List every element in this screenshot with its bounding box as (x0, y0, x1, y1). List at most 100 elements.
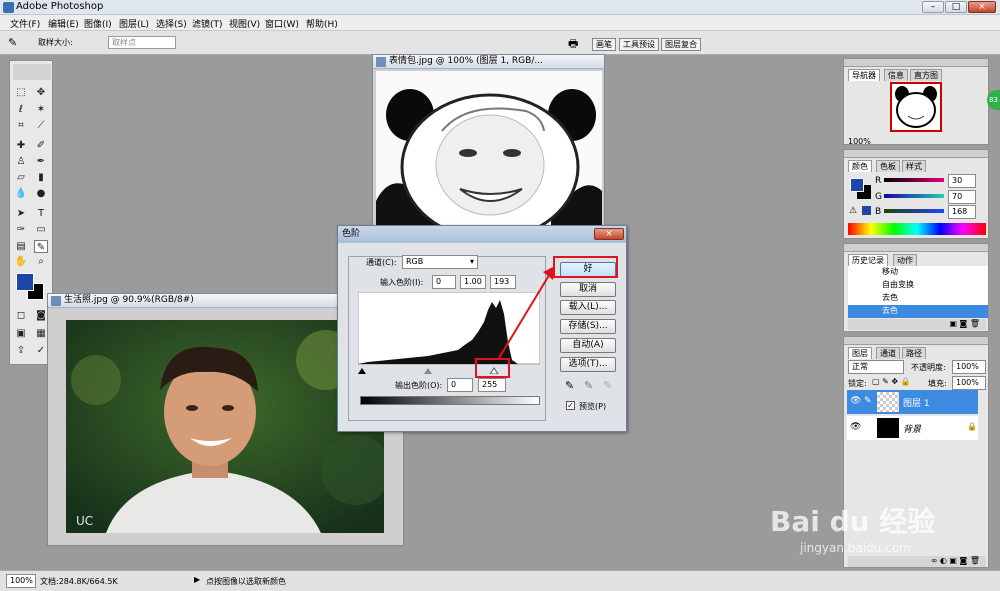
gamut-warning-icon[interactable]: ⚠ (849, 206, 857, 216)
history-brush-icon[interactable]: ✒ (34, 155, 48, 168)
move-tool-icon[interactable]: ✥ (34, 86, 48, 99)
navigator-preview[interactable] (890, 82, 942, 132)
b-slider[interactable] (884, 209, 944, 213)
blur-tool-icon[interactable]: 💧 (14, 187, 28, 200)
gradient-tool-icon[interactable]: ▮ (34, 171, 48, 184)
levels-load-button[interactable]: 载入(L)... (560, 300, 616, 315)
layers-footer-icons[interactable]: ∞ ◐ ▣ ◙ 🗑 (848, 556, 986, 567)
quick-mask-off-icon[interactable]: ◻ (14, 309, 28, 322)
dodge-tool-icon[interactable]: ● (34, 187, 48, 200)
pen-tool-icon[interactable]: ✑ (14, 223, 28, 236)
output-white-field[interactable]: 255 (478, 378, 506, 392)
eyedropper-icon[interactable]: ✎ (8, 36, 17, 49)
white-eyedropper-icon[interactable]: ✎ (603, 379, 612, 392)
layer-row-1[interactable]: 👁 ✎ 图层 1 (847, 390, 978, 414)
slice-tool-icon[interactable]: ⟋ (34, 119, 48, 132)
menu-view[interactable]: 视图(V) (229, 17, 260, 30)
levels-auto-button[interactable]: 自动(A) (560, 338, 616, 353)
navigator-zoom[interactable]: 100% (848, 137, 871, 146)
hand-tool-icon[interactable]: ✋ (14, 255, 28, 268)
color-fg-swatch[interactable] (850, 178, 864, 192)
input-gamma-slider[interactable] (424, 368, 432, 374)
navigator-panel-titlebar[interactable] (844, 59, 988, 67)
tab-brush[interactable]: 画笔 (592, 38, 616, 51)
levels-title-bar[interactable]: 色阶 × (338, 226, 626, 243)
levels-close-button[interactable]: × (594, 228, 624, 240)
color-ramp[interactable] (848, 223, 986, 235)
gray-eyedropper-icon[interactable]: ✎ (584, 379, 593, 392)
side-badge[interactable]: 83 (987, 90, 1000, 110)
foreground-color-swatch[interactable] (16, 273, 34, 291)
menu-help[interactable]: 帮助(H) (306, 17, 338, 30)
g-field[interactable]: 70 (948, 190, 976, 204)
palette-well-icon[interactable]: 🖶 (568, 35, 578, 54)
menu-window[interactable]: 窗口(W) (265, 17, 299, 30)
b-field[interactable]: 168 (948, 205, 976, 219)
tab-swatches[interactable]: 色板 (876, 160, 900, 172)
menu-edit[interactable]: 编辑(E) (48, 17, 79, 30)
tab-histogram[interactable]: 直方图 (910, 69, 942, 81)
sample-size-select[interactable]: 取样点 (108, 36, 176, 49)
menu-image[interactable]: 图像(I) (84, 17, 112, 30)
document-window-emoji[interactable]: 表情包.jpg @ 100% (图层 1, RGB/... (372, 54, 605, 234)
crop-tool-icon[interactable]: ⌗ (14, 119, 28, 132)
eraser-tool-icon[interactable]: ▱ (14, 171, 28, 184)
path-select-icon[interactable]: ➤ (14, 207, 28, 220)
layers-panel-titlebar[interactable] (844, 337, 988, 345)
history-item-free-transform[interactable]: 自由变换 (848, 279, 988, 292)
tab-actions[interactable]: 动作 (893, 254, 917, 266)
background-visibility-icon[interactable]: 👁 (850, 422, 861, 432)
color-panel-titlebar[interactable] (844, 150, 988, 158)
layer-1-visibility-icon[interactable]: 👁 (850, 396, 861, 406)
zoom-tool-icon[interactable]: ⌕ (34, 255, 48, 268)
tab-tool-preset[interactable]: 工具预设 (619, 38, 659, 51)
magic-wand-icon[interactable]: ✶ (34, 103, 48, 116)
menu-file[interactable]: 文件(F) (10, 17, 40, 30)
brush-tool-icon[interactable]: ✐ (34, 139, 48, 152)
status-arrow-icon[interactable]: ▶ (194, 575, 200, 584)
gamut-swatch[interactable] (862, 206, 871, 215)
tab-navigator[interactable]: 导航器 (848, 69, 880, 81)
quick-mask-on-icon[interactable]: ◙ (34, 309, 48, 322)
levels-save-button[interactable]: 存储(S)... (560, 319, 616, 334)
menu-select[interactable]: 选择(S) (156, 17, 187, 30)
tab-layer-comp[interactable]: 图层复合 (661, 38, 701, 51)
tab-color[interactable]: 颜色 (848, 160, 872, 172)
r-field[interactable]: 30 (948, 174, 976, 188)
imageready-icon[interactable]: ⇪ (14, 344, 28, 357)
document-title-bar[interactable]: 表情包.jpg @ 100% (图层 1, RGB/... (373, 55, 604, 69)
input-gamma-field[interactable]: 1.00 (460, 275, 486, 289)
screen-mode-full-icon[interactable]: ▦ (34, 327, 48, 340)
opacity-field[interactable]: 100% (952, 360, 986, 374)
notes-tool-icon[interactable]: ▤ (14, 240, 28, 253)
minimize-button[interactable]: – (922, 1, 944, 13)
tab-history[interactable]: 历史记录 (848, 254, 888, 266)
emoji-canvas[interactable] (376, 71, 602, 231)
shape-tool-icon[interactable]: ▭ (34, 223, 48, 236)
status-doc-info[interactable]: 文档:284.8K/664.5K (40, 576, 118, 587)
tab-styles[interactable]: 样式 (902, 160, 926, 172)
history-item-desaturate[interactable]: 去色 (848, 292, 988, 305)
input-black-slider[interactable] (358, 368, 366, 374)
black-eyedropper-icon[interactable]: ✎ (565, 379, 574, 392)
menu-layer[interactable]: 图层(L) (119, 17, 149, 30)
preview-checkbox[interactable]: ✓ (566, 401, 575, 410)
history-footer-icons[interactable]: ▣ ◙ 🗑 (848, 319, 986, 330)
tab-layers[interactable]: 图层 (848, 347, 872, 359)
screen-mode-icon[interactable]: ▣ (14, 327, 28, 340)
close-button[interactable]: × (968, 1, 996, 13)
blend-mode-select[interactable]: 正常 (848, 360, 904, 374)
history-panel-titlebar[interactable] (844, 244, 988, 252)
tab-channels[interactable]: 通道 (876, 347, 900, 359)
input-black-field[interactable]: 0 (432, 275, 456, 289)
stamp-tool-icon[interactable]: ♙ (14, 155, 28, 168)
history-item-move[interactable]: 移动 (848, 266, 988, 279)
levels-options-button[interactable]: 选项(T)... (560, 357, 616, 372)
levels-cancel-button[interactable]: 取消 (560, 282, 616, 297)
lock-icons[interactable]: ▢ ✎ ✥ 🔒 (872, 377, 911, 386)
eyedropper-tool-icon[interactable]: ✎ (34, 240, 48, 253)
tab-paths[interactable]: 路径 (902, 347, 926, 359)
history-item-desaturate-active[interactable]: 去色 (848, 305, 988, 318)
layer-row-background[interactable]: 👁 背景 🔒 (847, 416, 978, 440)
g-slider[interactable] (884, 194, 944, 198)
